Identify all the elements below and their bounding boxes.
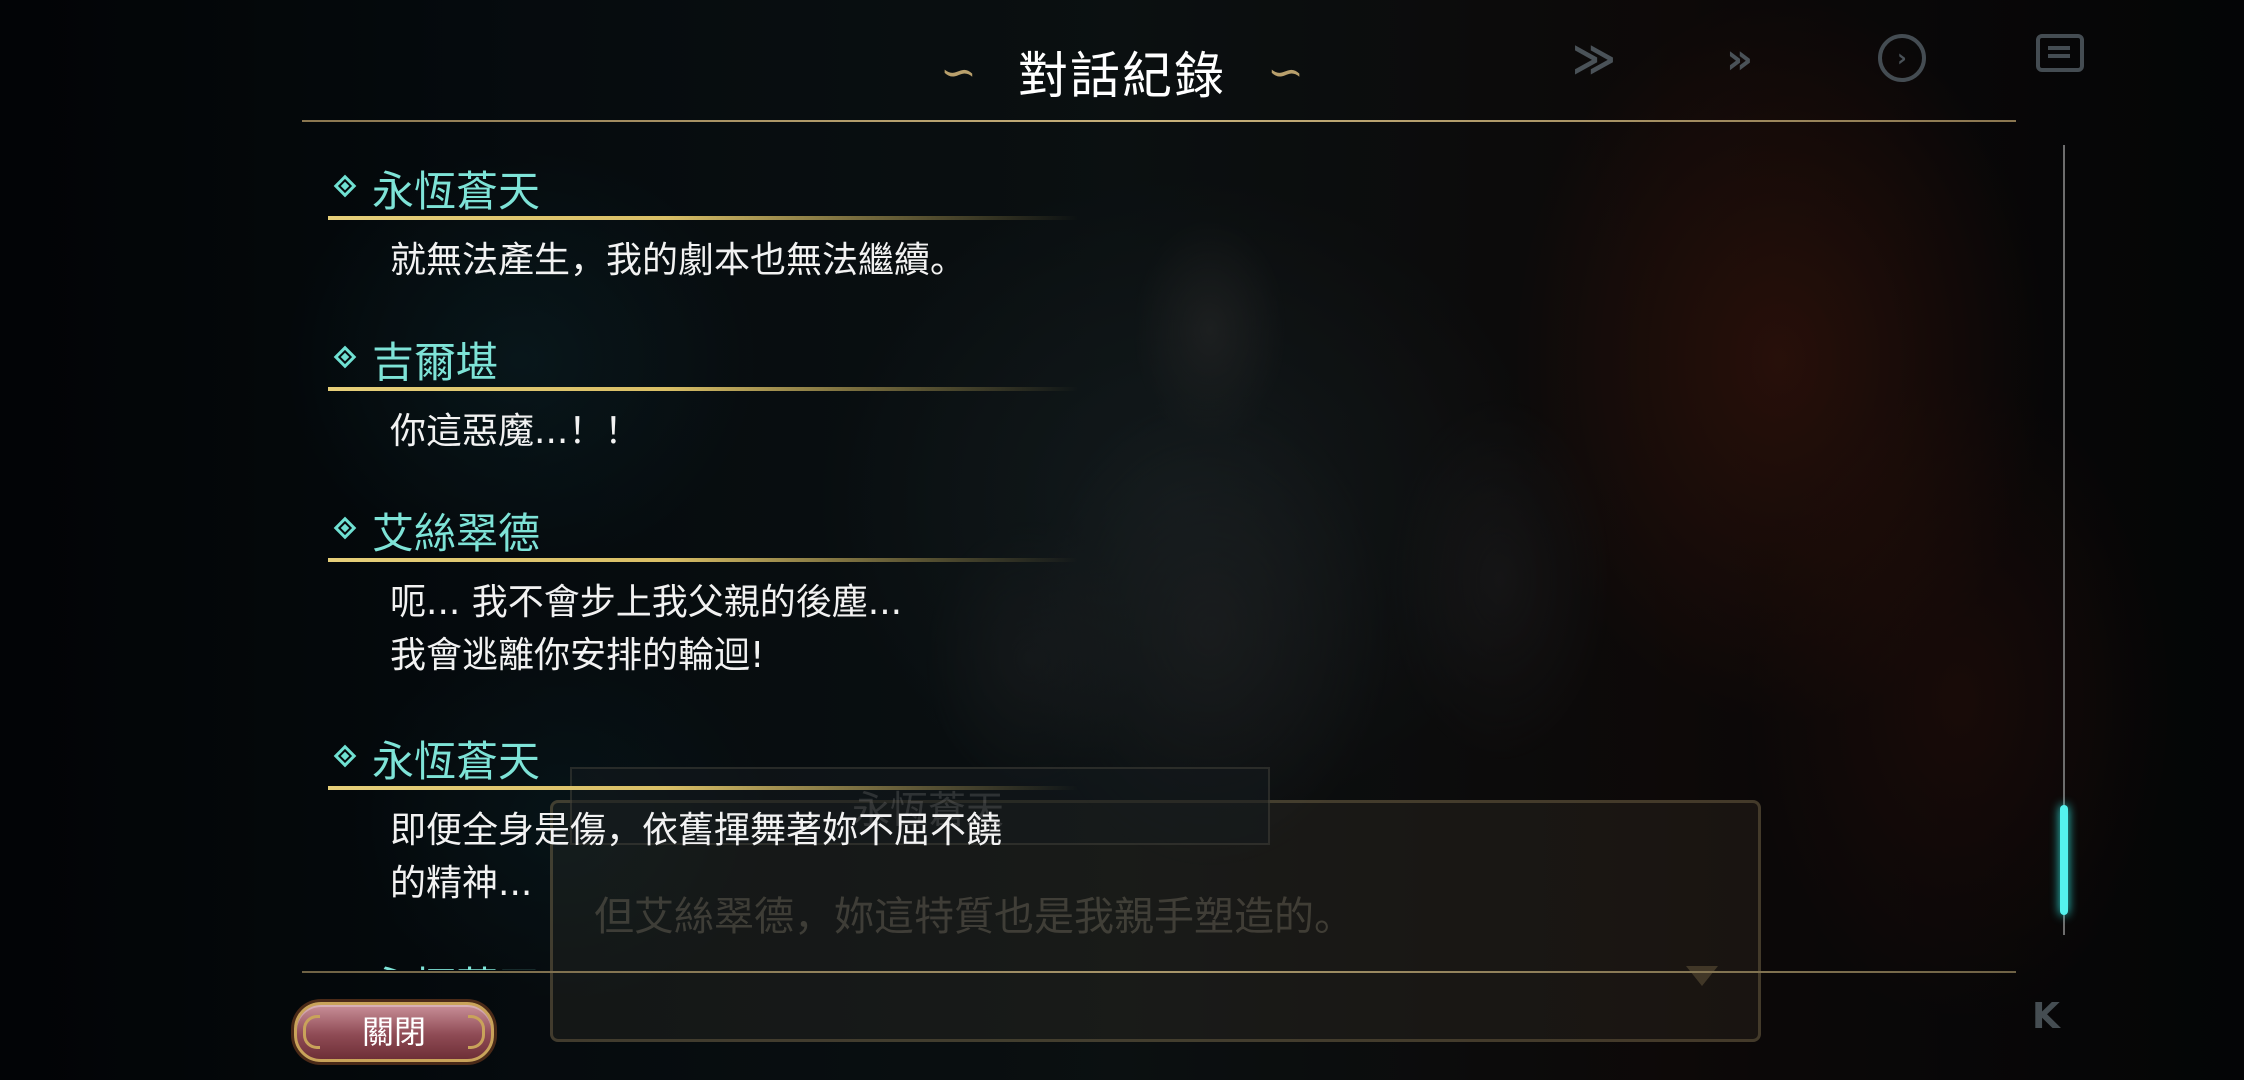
dialogue-text: 就無法產生，我的劇本也無法繼續。 bbox=[390, 240, 967, 281]
dialogue-log-list[interactable]: 永恆蒼天 就無法產生，我的劇本也無法繼續。 吉爾堪 你這惡魔...！！ 艾絲翠德… bbox=[300, 122, 2060, 970]
title-ornament-right-icon: ∽ bbox=[1267, 46, 1304, 98]
log-entry: 永恆蒼天 bbox=[300, 948, 2000, 970]
close-button-label: 關閉 bbox=[361, 1013, 426, 1051]
log-entry: 艾絲翠德 呃... 我不會步上我父親的後塵... 我會逃離你安排的輪迴! bbox=[300, 494, 2000, 676]
log-entry: 永恆蒼天 即便全身是傷，依舊揮舞著妳不屈不饒 的精神... bbox=[300, 722, 2000, 904]
dialogue-text: 你這惡魔...！！ bbox=[390, 411, 641, 452]
diamond-bullet-icon bbox=[333, 516, 357, 540]
log-entry: 吉爾堪 你這惡魔...！！ bbox=[300, 323, 2000, 452]
title-ornament-left-icon: ∽ bbox=[940, 46, 977, 98]
speaker-underline bbox=[328, 786, 1078, 790]
speaker-underline bbox=[328, 558, 1078, 562]
diamond-bullet-icon bbox=[333, 174, 357, 198]
diamond-bullet-icon bbox=[333, 744, 357, 768]
speaker-name: 永恆蒼天 bbox=[372, 737, 541, 786]
log-entry: 永恆蒼天 就無法產生，我的劇本也無法繼續。 bbox=[300, 152, 2000, 281]
title-bar: ∽ 對話紀錄 ∽ bbox=[0, 36, 2244, 108]
speaker-underline bbox=[328, 387, 1078, 391]
bottom-divider bbox=[302, 971, 2016, 973]
close-button[interactable]: 關閉 bbox=[294, 1002, 494, 1062]
skip-to-end-icon: K bbox=[2032, 996, 2060, 1037]
speaker-name: 永恆蒼天 bbox=[372, 167, 541, 216]
page-title: 對話紀錄 bbox=[1018, 47, 1226, 105]
speaker-name: 永恆蒼天 bbox=[372, 954, 540, 970]
speaker-name: 吉爾堪 bbox=[372, 338, 499, 387]
speaker-name: 艾絲翠德 bbox=[372, 509, 541, 558]
dialogue-text: 呃... 我不會步上我父親的後塵... 我會逃離你安排的輪迴! bbox=[390, 582, 903, 676]
speaker-underline bbox=[328, 216, 1078, 220]
diamond-bullet-icon bbox=[333, 345, 357, 369]
scrollbar-thumb[interactable] bbox=[2060, 805, 2068, 915]
dialogue-text: 即便全身是傷，依舊揮舞著妳不屈不饒 的精神... bbox=[390, 810, 1003, 904]
